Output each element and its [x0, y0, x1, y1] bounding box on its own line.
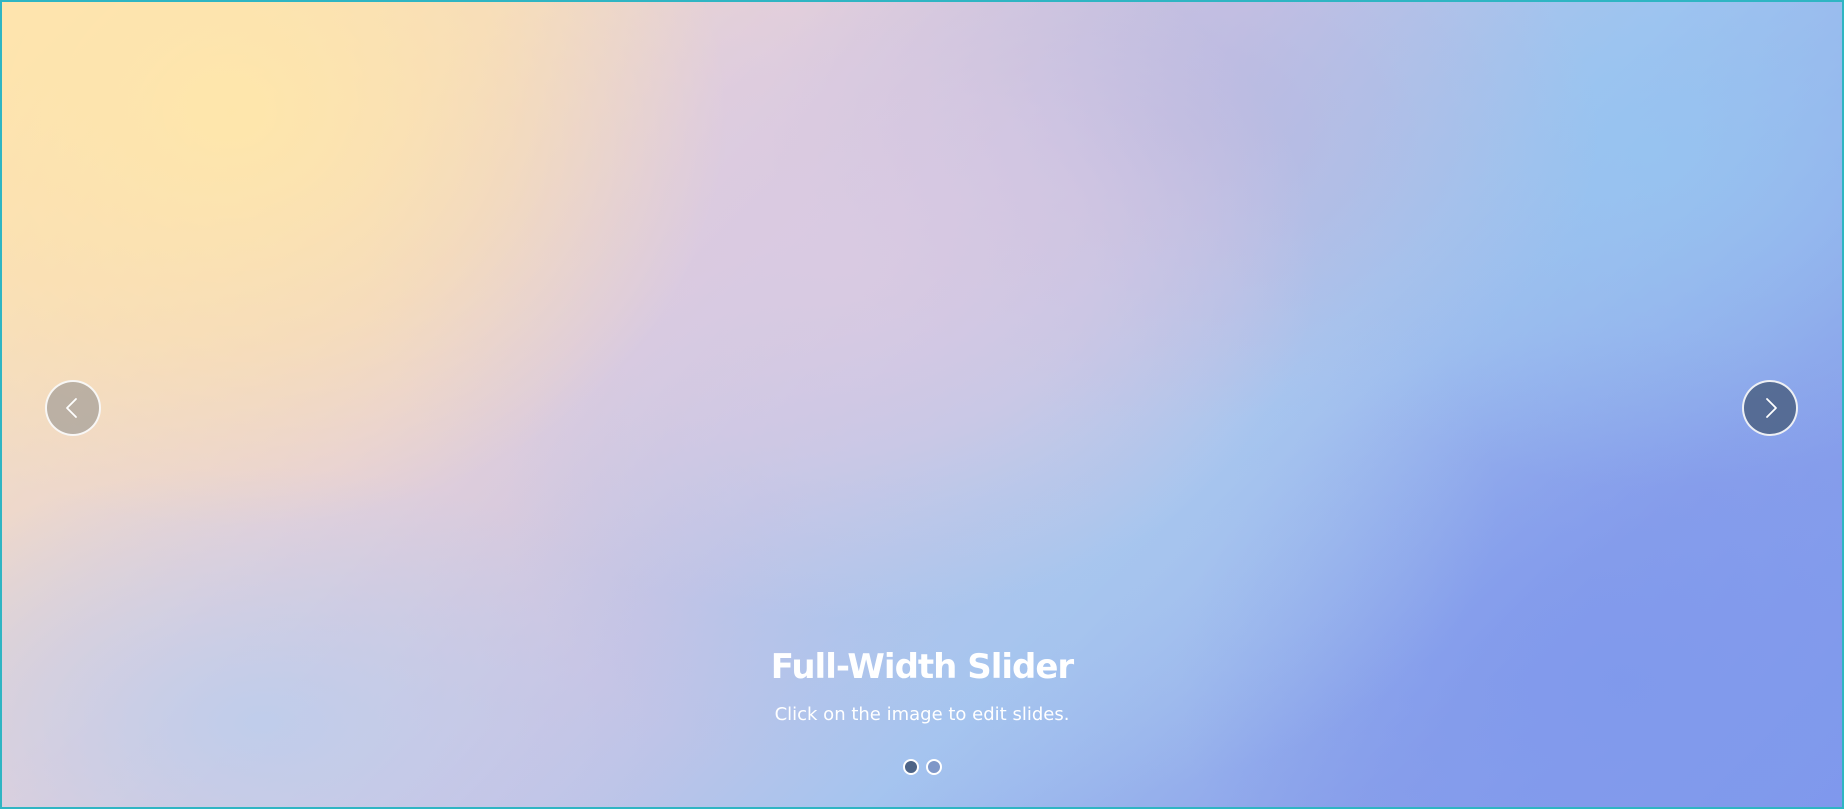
chevron-left-icon	[66, 398, 77, 418]
slide-subtitle: Click on the image to edit slides.	[774, 704, 1070, 725]
previous-slide-button[interactable]	[45, 380, 101, 436]
next-slide-button[interactable]	[1742, 380, 1798, 436]
slide-dot-2[interactable]	[925, 759, 942, 775]
slide-dot-1[interactable]	[902, 759, 919, 775]
full-width-slider[interactable]: Full-Width Slider Click on the image to …	[0, 0, 1844, 809]
slide-title: Full-Width Slider	[770, 647, 1074, 687]
slide-pagination	[2, 759, 1842, 775]
chevron-right-icon	[1766, 398, 1777, 418]
